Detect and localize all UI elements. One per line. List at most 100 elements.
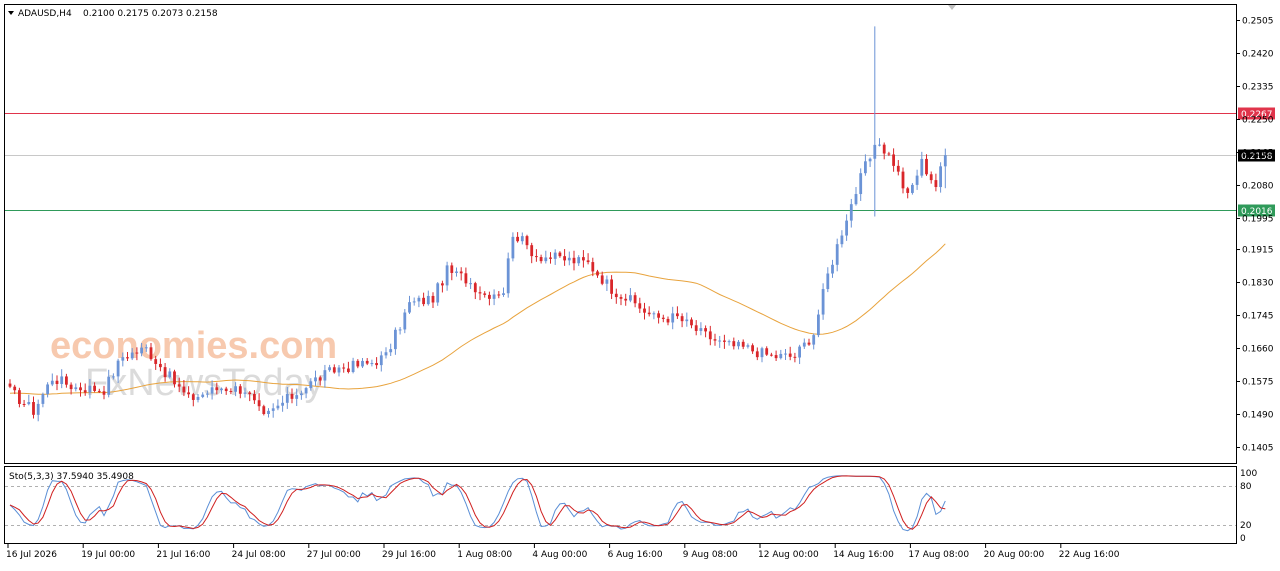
candle-body: [281, 402, 284, 406]
candle-body: [915, 175, 919, 185]
candle-body: [774, 355, 778, 359]
candle-body: [173, 371, 176, 385]
candle-body: [685, 319, 689, 322]
candle-body: [267, 410, 270, 414]
candle-body: [285, 394, 289, 403]
candle-body: [755, 351, 759, 358]
candle-body: [812, 335, 816, 345]
candle-body: [727, 341, 731, 343]
candle-body: [445, 265, 449, 286]
candle-body: [389, 349, 393, 353]
price-tick-label: 0.2165: [1242, 148, 1274, 158]
chart-window: economies.com FxNewsToday ADAUSD,H4 0.21…: [0, 0, 1280, 567]
candle-body: [652, 313, 656, 315]
candle-body: [46, 384, 49, 395]
price-tick-label: 0.1745: [1242, 312, 1274, 322]
candle-body: [262, 406, 266, 414]
candle-body: [243, 392, 247, 394]
candle-body: [116, 360, 120, 377]
candle-body: [210, 387, 214, 394]
candle-body: [436, 283, 440, 303]
candle-body: [596, 271, 599, 276]
candle-body: [13, 386, 17, 391]
candle-body: [394, 329, 397, 350]
time-tick-label: 6 Aug 16:00: [608, 550, 663, 560]
candle-body: [896, 165, 900, 172]
candle-body: [55, 380, 59, 384]
candle-body: [878, 144, 881, 146]
candle-body: [290, 394, 294, 399]
candle-body: [473, 283, 477, 293]
price-tick-label: 0.2505: [1242, 17, 1274, 27]
candle-body: [426, 295, 430, 305]
candle-body: [83, 390, 87, 393]
candle-body: [831, 264, 834, 274]
candle-body: [271, 408, 275, 411]
candle-body: [412, 301, 416, 303]
candle-body: [516, 236, 519, 242]
time-tick-label: 21 Jul 16:00: [156, 550, 210, 560]
candle-body: [741, 341, 745, 347]
candle-body: [657, 313, 660, 318]
candle-body: [224, 388, 228, 392]
candle-body: [102, 391, 106, 395]
candle-body: [459, 271, 463, 274]
candle-body: [671, 313, 675, 323]
candle-body: [140, 347, 143, 354]
candle-body: [610, 279, 613, 294]
candle-body: [79, 387, 82, 391]
candle-body: [351, 360, 355, 372]
candle-body: [215, 387, 219, 391]
candle-body: [817, 314, 820, 336]
candle-body: [323, 370, 327, 381]
candle-body: [586, 260, 590, 263]
candle-body: [347, 368, 350, 372]
candle-body: [798, 346, 801, 358]
candle-body: [295, 395, 299, 399]
candle-body: [567, 257, 571, 261]
candle-body: [553, 252, 557, 259]
candle-body: [746, 345, 750, 347]
candle-body: [925, 158, 928, 175]
candle-body: [887, 153, 891, 155]
time-tick-label: 24 Jul 08:00: [232, 550, 286, 560]
candle-body: [840, 235, 844, 245]
candle-body: [943, 155, 947, 167]
candle-body: [41, 394, 45, 404]
candle-body: [694, 325, 698, 331]
candle-body: [69, 384, 73, 390]
chart-canvas[interactable]: economies.com FxNewsToday ADAUSD,H4 0.21…: [0, 0, 1280, 567]
time-tick-label: 19 Jul 00:00: [81, 550, 135, 560]
candle-body: [196, 396, 200, 400]
candle-body: [708, 331, 712, 340]
candle-body: [248, 392, 252, 395]
candle-body: [370, 363, 374, 365]
price-tick-label: 0.1660: [1242, 345, 1274, 355]
candle-body: [337, 367, 341, 373]
time-axis: 16 Jul 2026 19 Jul 00:00 21 Jul 16:00 24 Ju…: [6, 544, 1120, 560]
candle-body: [737, 341, 740, 347]
candle-body: [18, 390, 21, 404]
candle-body: [807, 342, 811, 345]
candle-body: [168, 371, 172, 378]
candle-body: [112, 376, 115, 378]
candle-body: [135, 352, 139, 354]
candle-body: [845, 220, 848, 236]
price-tick-label: 0.1490: [1242, 411, 1274, 421]
candle-body: [525, 236, 529, 246]
candle-body: [22, 403, 26, 405]
candle-body: [614, 293, 618, 298]
candle-body: [643, 308, 646, 313]
price-tick-label: 0.1995: [1242, 214, 1274, 224]
candle-body: [177, 384, 181, 387]
candle-body: [859, 173, 863, 195]
time-tick-label: 12 Aug 00:00: [758, 550, 819, 560]
candle-body: [450, 265, 454, 273]
candle-body: [549, 257, 552, 259]
candle-body: [220, 388, 223, 391]
candle-body: [520, 236, 524, 242]
candle-body: [403, 312, 407, 330]
ohlc-values: 0.2100 0.2175 0.2073 0.2158: [83, 9, 218, 19]
candle-body: [154, 359, 158, 364]
candle-body: [577, 257, 581, 264]
